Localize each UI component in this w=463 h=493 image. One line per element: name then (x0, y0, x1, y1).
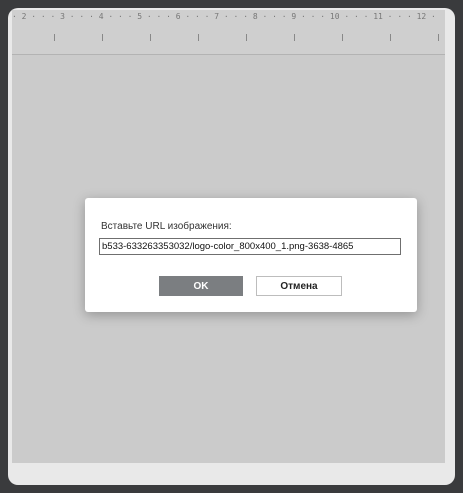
horizontal-ruler: · 2 · · · 3 · · · 4 · · · 5 · · · 6 · · … (12, 10, 445, 55)
ruler-mark (390, 34, 391, 41)
ok-button[interactable]: OK (159, 276, 243, 296)
url-prompt-label: Вставьте URL изображения: (101, 221, 232, 232)
ruler-mark (102, 34, 103, 41)
insert-image-url-dialog: Вставьте URL изображения: OK Отмена (85, 198, 417, 312)
ruler-numbers: · 2 · · · 3 · · · 4 · · · 5 · · · 6 · · … (12, 12, 436, 21)
ruler-mark (54, 34, 55, 41)
ruler-mark (342, 34, 343, 41)
ruler-mark (246, 34, 247, 41)
ruler-mark (198, 34, 199, 41)
cancel-button[interactable]: Отмена (256, 276, 342, 296)
image-url-input[interactable] (99, 238, 401, 255)
ruler-mark (294, 34, 295, 41)
ruler-mark (438, 34, 439, 41)
ruler-mark (150, 34, 151, 41)
